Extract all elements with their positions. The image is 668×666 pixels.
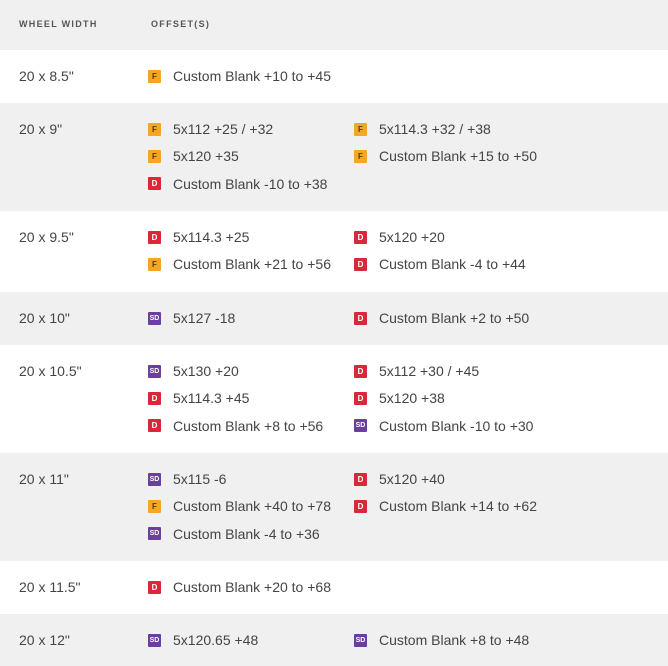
offset-table: WHEEL WIDTH OFFSET(S) 20 x 8.5" F Custom B… — [0, 0, 668, 666]
offset-text: Custom Blank +15 to +50 — [379, 148, 537, 165]
header-offsets: OFFSET(S) — [151, 19, 211, 29]
table-row: 20 x 9.5" D 5x114.3 +25 F Custom Blank +21 t… — [0, 211, 668, 292]
offset-entry: F Custom Blank +10 to +45 — [148, 67, 331, 85]
finish-badge: SD — [148, 364, 161, 378]
offset-text: Custom Blank +40 to +78 — [173, 498, 331, 515]
offset-text: Custom Blank +14 to +62 — [379, 498, 537, 515]
offset-entry: SD Custom Blank -10 to +30 — [354, 417, 533, 435]
offset-text: 5x130 +20 — [173, 363, 239, 379]
offset-text: Custom Blank +20 to +68 — [173, 579, 331, 595]
finish-badge: D — [354, 499, 367, 513]
finish-badge: D — [354, 472, 367, 486]
offset-entry: F Custom Blank +15 to +50 — [354, 147, 537, 165]
offset-entry: D 5x120 +40 — [354, 470, 445, 488]
offset-entry: D Custom Blank -10 to +38 — [148, 175, 327, 193]
table-row: 20 x 10" SD 5x127 -18 D Custom Blank +2 to +… — [0, 292, 668, 345]
finish-badge: D — [148, 419, 161, 433]
offset-text: 5x120 +38 — [379, 390, 445, 407]
wheel-width-cell: 20 x 11.5" — [19, 579, 81, 595]
finish-badge: D — [148, 177, 161, 191]
offset-entry: F Custom Blank +40 to +78 — [148, 497, 331, 515]
offset-entry: D 5x120 +20 — [354, 228, 445, 246]
header-wheel-width: WHEEL WIDTH — [19, 19, 98, 29]
offset-text: 5x115 -6 — [173, 471, 227, 487]
offset-text: 5x112 +25 / +32 — [173, 121, 274, 137]
offset-text: 5x114.3 +32 / +38 — [379, 121, 491, 137]
offset-entry: SD 5x120.65 +48 — [148, 631, 258, 649]
wheel-width-cell: 20 x 10" — [19, 310, 70, 326]
table-row: 20 x 9" F 5x112 +25 / +32 F 5x120 +35 D Custom… — [0, 103, 668, 211]
offset-entry: F 5x114.3 +32 / +38 — [354, 120, 491, 138]
offset-entry: D 5x114.3 +45 — [148, 389, 249, 407]
offset-entry: D Custom Blank +8 to +56 — [148, 417, 323, 435]
finish-badge: D — [354, 391, 367, 405]
offset-entry: D 5x120 +38 — [354, 389, 445, 407]
table-row: 20 x 11" SD 5x115 -6 F Custom Blank +40 to +… — [0, 453, 668, 561]
offset-entry: SD 5x115 -6 — [148, 470, 226, 488]
wheel-width-cell: 20 x 8.5" — [19, 68, 74, 84]
finish-badge: D — [148, 391, 161, 405]
finish-badge: SD — [354, 633, 367, 647]
finish-badge: F — [148, 149, 161, 163]
offset-text: Custom Blank -10 to +30 — [379, 417, 534, 434]
offset-text: Custom Blank -4 to +36 — [173, 525, 320, 542]
offset-entry: SD 5x127 -18 — [148, 309, 235, 327]
offset-entry: D 5x114.3 +25 — [148, 228, 249, 246]
offset-entry: F Custom Blank +21 to +56 — [148, 255, 331, 273]
wheel-width-cell: 20 x 12" — [19, 632, 70, 648]
offset-entry: D Custom Blank +2 to +50 — [354, 309, 529, 327]
offset-text: 5x120 +35 — [173, 148, 239, 165]
offset-text: 5x120.65 +48 — [173, 632, 259, 648]
finish-badge: SD — [148, 633, 161, 647]
offset-entry: D Custom Blank -4 to +44 — [354, 255, 526, 273]
offset-text: Custom Blank -10 to +38 — [173, 175, 328, 192]
offset-text: Custom Blank +10 to +45 — [173, 68, 331, 84]
finish-badge: F — [354, 122, 367, 136]
offset-text: Custom Blank +21 to +56 — [173, 256, 331, 273]
table-header: WHEEL WIDTH OFFSET(S) — [0, 0, 668, 50]
offset-text: 5x112 +30 / +45 — [379, 363, 480, 379]
table-body: 20 x 8.5" F Custom Blank +10 to +45 20 x 9"… — [0, 50, 668, 666]
offset-entry: F 5x112 +25 / +32 — [148, 120, 273, 138]
offset-text: 5x120 +40 — [379, 471, 445, 487]
finish-badge: D — [354, 230, 367, 244]
wheel-width-cell: 20 x 11" — [19, 471, 69, 487]
offset-entry: D Custom Blank +14 to +62 — [354, 497, 537, 515]
offset-entry: SD Custom Blank +8 to +48 — [354, 631, 529, 649]
table-row: 20 x 10.5" SD 5x130 +20 D 5x114.3 +45 D Custom… — [0, 345, 668, 453]
finish-badge: F — [354, 149, 367, 163]
offset-entry: D Custom Blank +20 to +68 — [148, 578, 331, 596]
offset-text: Custom Blank +8 to +48 — [379, 632, 530, 648]
offset-entry: SD Custom Blank -4 to +36 — [148, 525, 320, 543]
finish-badge: F — [148, 499, 161, 513]
table-row: 20 x 11.5" D Custom Blank +20 to +68 — [0, 561, 668, 614]
finish-badge: SD — [148, 527, 161, 541]
offset-text: 5x114.3 +45 — [173, 390, 250, 407]
wheel-width-cell: 20 x 9.5" — [19, 229, 74, 245]
offset-text: 5x120 +20 — [379, 229, 445, 245]
offset-text: 5x127 -18 — [173, 310, 236, 326]
offset-entry: SD 5x130 +20 — [148, 362, 239, 380]
finish-badge: SD — [148, 472, 161, 486]
finish-badge: SD — [354, 419, 367, 433]
finish-badge: D — [354, 364, 367, 378]
finish-badge: D — [354, 311, 367, 325]
offset-text: Custom Blank +8 to +56 — [173, 417, 324, 434]
table-row: 20 x 12" SD 5x120.65 +48 SD Custom Blank +8 … — [0, 614, 668, 666]
finish-badge: SD — [148, 311, 161, 325]
offset-text: 5x114.3 +25 — [173, 229, 250, 245]
offset-text: Custom Blank -4 to +44 — [379, 256, 526, 273]
offset-text: Custom Blank +2 to +50 — [379, 310, 530, 326]
finish-badge: F — [148, 122, 161, 136]
offset-entry: D 5x112 +30 / +45 — [354, 362, 479, 380]
wheel-width-cell: 20 x 9" — [19, 121, 63, 137]
finish-badge: F — [148, 69, 161, 83]
offset-entry: F 5x120 +35 — [148, 147, 239, 165]
finish-badge: F — [148, 257, 161, 271]
wheel-width-cell: 20 x 10.5" — [19, 363, 82, 379]
finish-badge: D — [148, 230, 161, 244]
finish-badge: D — [148, 580, 161, 594]
table-row: 20 x 8.5" F Custom Blank +10 to +45 — [0, 50, 668, 103]
finish-badge: D — [354, 257, 367, 271]
